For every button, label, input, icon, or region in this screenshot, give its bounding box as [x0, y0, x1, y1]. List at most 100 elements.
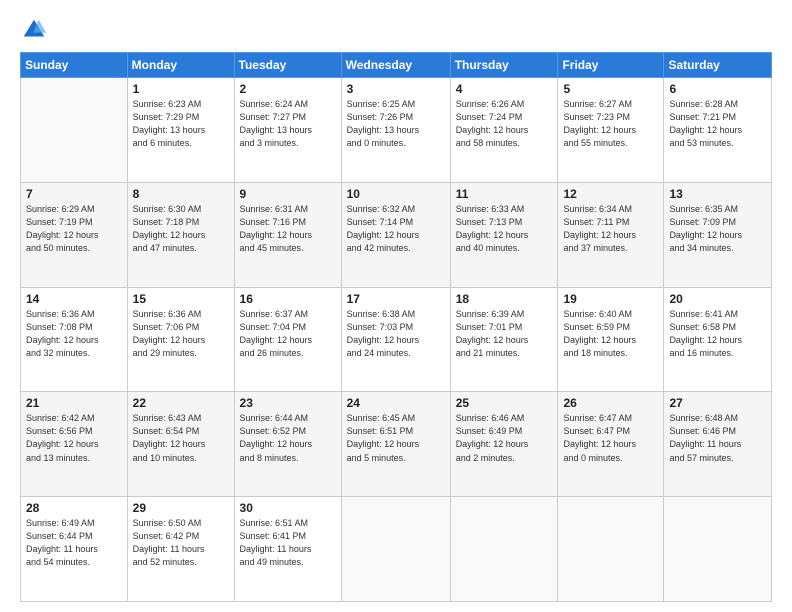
- day-number: 22: [133, 396, 229, 410]
- calendar-cell: 11 Sunrise: 6:33 AMSunset: 7:13 PMDayligh…: [450, 182, 558, 287]
- day-number: 17: [347, 292, 445, 306]
- calendar-day-header: Sunday: [21, 53, 128, 78]
- calendar-cell: 6 Sunrise: 6:28 AMSunset: 7:21 PMDaylight…: [664, 78, 772, 183]
- calendar-week-row: 14Sunrise: 6:36 AMSunset: 7:08 PMDayligh…: [21, 287, 772, 392]
- day-number: 10: [347, 187, 445, 201]
- calendar-day-header: Tuesday: [234, 53, 341, 78]
- calendar-cell: 1 Sunrise: 6:23 AMSunset: 7:29 PMDaylight…: [127, 78, 234, 183]
- day-number: 12: [563, 187, 658, 201]
- day-info: Sunrise: 6:43 AMSunset: 6:54 PMDaylight:…: [133, 412, 229, 464]
- day-info: Sunrise: 6:35 AMSunset: 7:09 PMDaylight:…: [669, 203, 766, 255]
- day-number: 13: [669, 187, 766, 201]
- day-number: 24: [347, 396, 445, 410]
- calendar-cell: 14Sunrise: 6:36 AMSunset: 7:08 PMDayligh…: [21, 287, 128, 392]
- day-info: Sunrise: 6:42 AMSunset: 6:56 PMDaylight:…: [26, 412, 122, 464]
- day-info: Sunrise: 6:29 AMSunset: 7:19 PMDaylight:…: [26, 203, 122, 255]
- day-info: Sunrise: 6:44 AMSunset: 6:52 PMDaylight:…: [240, 412, 336, 464]
- calendar-day-header: Wednesday: [341, 53, 450, 78]
- day-number: 5: [563, 82, 658, 96]
- day-info: Sunrise: 6:39 AMSunset: 7:01 PMDaylight:…: [456, 308, 553, 360]
- day-number: 18: [456, 292, 553, 306]
- calendar-cell: 26Sunrise: 6:47 AMSunset: 6:47 PMDayligh…: [558, 392, 664, 497]
- day-number: 16: [240, 292, 336, 306]
- calendar-cell: 22 Sunrise: 6:43 AMSunset: 6:54 PMDayligh…: [127, 392, 234, 497]
- calendar-day-header: Thursday: [450, 53, 558, 78]
- day-number: 11: [456, 187, 553, 201]
- day-number: 19: [563, 292, 658, 306]
- calendar-cell: 13 Sunrise: 6:35 AMSunset: 7:09 PMDayligh…: [664, 182, 772, 287]
- day-number: 25: [456, 396, 553, 410]
- day-info: Sunrise: 6:46 AMSunset: 6:49 PMDaylight:…: [456, 412, 553, 464]
- day-info: Sunrise: 6:24 AMSunset: 7:27 PMDaylight:…: [240, 98, 336, 150]
- calendar-cell: 19 Sunrise: 6:40 AMSunset: 6:59 PMDayligh…: [558, 287, 664, 392]
- day-number: 3: [347, 82, 445, 96]
- calendar-cell: 23 Sunrise: 6:44 AMSunset: 6:52 PMDayligh…: [234, 392, 341, 497]
- day-info: Sunrise: 6:23 AMSunset: 7:29 PMDaylight:…: [133, 98, 229, 150]
- calendar-week-row: 7 Sunrise: 6:29 AMSunset: 7:19 PMDaylight…: [21, 182, 772, 287]
- day-info: Sunrise: 6:34 AMSunset: 7:11 PMDaylight:…: [563, 203, 658, 255]
- day-info: Sunrise: 6:28 AMSunset: 7:21 PMDaylight:…: [669, 98, 766, 150]
- calendar-week-row: 28 Sunrise: 6:49 AMSunset: 6:44 PMDayligh…: [21, 497, 772, 602]
- logo-icon: [20, 16, 48, 44]
- day-number: 21: [26, 396, 122, 410]
- day-number: 6: [669, 82, 766, 96]
- day-info: Sunrise: 6:30 AMSunset: 7:18 PMDaylight:…: [133, 203, 229, 255]
- calendar-week-row: 21 Sunrise: 6:42 AMSunset: 6:56 PMDayligh…: [21, 392, 772, 497]
- day-number: 7: [26, 187, 122, 201]
- day-info: Sunrise: 6:49 AMSunset: 6:44 PMDaylight:…: [26, 517, 122, 569]
- calendar-cell: 2 Sunrise: 6:24 AMSunset: 7:27 PMDaylight…: [234, 78, 341, 183]
- calendar-header-row: SundayMondayTuesdayWednesdayThursdayFrid…: [21, 53, 772, 78]
- day-info: Sunrise: 6:37 AMSunset: 7:04 PMDaylight:…: [240, 308, 336, 360]
- calendar-cell: 9 Sunrise: 6:31 AMSunset: 7:16 PMDaylight…: [234, 182, 341, 287]
- calendar-cell: 4Sunrise: 6:26 AMSunset: 7:24 PMDaylight…: [450, 78, 558, 183]
- day-info: Sunrise: 6:41 AMSunset: 6:58 PMDaylight:…: [669, 308, 766, 360]
- calendar-cell: 24 Sunrise: 6:45 AMSunset: 6:51 PMDayligh…: [341, 392, 450, 497]
- calendar-cell: 17 Sunrise: 6:38 AMSunset: 7:03 PMDayligh…: [341, 287, 450, 392]
- day-info: Sunrise: 6:36 AMSunset: 7:06 PMDaylight:…: [133, 308, 229, 360]
- calendar-cell: [450, 497, 558, 602]
- day-info: Sunrise: 6:50 AMSunset: 6:42 PMDaylight:…: [133, 517, 229, 569]
- day-info: Sunrise: 6:27 AMSunset: 7:23 PMDaylight:…: [563, 98, 658, 150]
- day-number: 2: [240, 82, 336, 96]
- calendar-cell: 30 Sunrise: 6:51 AMSunset: 6:41 PMDayligh…: [234, 497, 341, 602]
- day-number: 26: [563, 396, 658, 410]
- day-number: 1: [133, 82, 229, 96]
- day-info: Sunrise: 6:32 AMSunset: 7:14 PMDaylight:…: [347, 203, 445, 255]
- day-info: Sunrise: 6:38 AMSunset: 7:03 PMDaylight:…: [347, 308, 445, 360]
- day-number: 30: [240, 501, 336, 515]
- calendar-cell: 5 Sunrise: 6:27 AMSunset: 7:23 PMDaylight…: [558, 78, 664, 183]
- day-info: Sunrise: 6:25 AMSunset: 7:26 PMDaylight:…: [347, 98, 445, 150]
- day-info: Sunrise: 6:45 AMSunset: 6:51 PMDaylight:…: [347, 412, 445, 464]
- calendar-day-header: Saturday: [664, 53, 772, 78]
- calendar-day-header: Friday: [558, 53, 664, 78]
- calendar-day-header: Monday: [127, 53, 234, 78]
- page: SundayMondayTuesdayWednesdayThursdayFrid…: [0, 0, 792, 612]
- day-number: 9: [240, 187, 336, 201]
- day-number: 20: [669, 292, 766, 306]
- calendar-cell: 3 Sunrise: 6:25 AMSunset: 7:26 PMDaylight…: [341, 78, 450, 183]
- calendar-cell: [341, 497, 450, 602]
- calendar-cell: 16 Sunrise: 6:37 AMSunset: 7:04 PMDayligh…: [234, 287, 341, 392]
- calendar-cell: 29Sunrise: 6:50 AMSunset: 6:42 PMDayligh…: [127, 497, 234, 602]
- day-number: 23: [240, 396, 336, 410]
- calendar-cell: 8 Sunrise: 6:30 AMSunset: 7:18 PMDaylight…: [127, 182, 234, 287]
- day-number: 27: [669, 396, 766, 410]
- calendar-cell: 20 Sunrise: 6:41 AMSunset: 6:58 PMDayligh…: [664, 287, 772, 392]
- calendar-cell: 18 Sunrise: 6:39 AMSunset: 7:01 PMDayligh…: [450, 287, 558, 392]
- day-number: 28: [26, 501, 122, 515]
- calendar-table: SundayMondayTuesdayWednesdayThursdayFrid…: [20, 52, 772, 602]
- calendar-cell: 28 Sunrise: 6:49 AMSunset: 6:44 PMDayligh…: [21, 497, 128, 602]
- calendar-week-row: 1 Sunrise: 6:23 AMSunset: 7:29 PMDaylight…: [21, 78, 772, 183]
- day-info: Sunrise: 6:26 AMSunset: 7:24 PMDaylight:…: [456, 98, 553, 150]
- day-info: Sunrise: 6:36 AMSunset: 7:08 PMDaylight:…: [26, 308, 122, 360]
- day-info: Sunrise: 6:40 AMSunset: 6:59 PMDaylight:…: [563, 308, 658, 360]
- day-number: 15: [133, 292, 229, 306]
- calendar-cell: 27 Sunrise: 6:48 AMSunset: 6:46 PMDayligh…: [664, 392, 772, 497]
- calendar-cell: [21, 78, 128, 183]
- calendar-cell: [664, 497, 772, 602]
- day-info: Sunrise: 6:48 AMSunset: 6:46 PMDaylight:…: [669, 412, 766, 464]
- day-info: Sunrise: 6:31 AMSunset: 7:16 PMDaylight:…: [240, 203, 336, 255]
- day-number: 8: [133, 187, 229, 201]
- day-info: Sunrise: 6:33 AMSunset: 7:13 PMDaylight:…: [456, 203, 553, 255]
- day-info: Sunrise: 6:51 AMSunset: 6:41 PMDaylight:…: [240, 517, 336, 569]
